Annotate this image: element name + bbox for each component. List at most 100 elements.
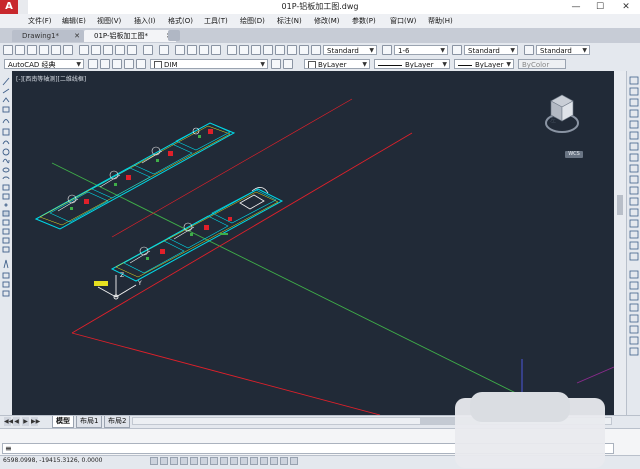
table-style-select[interactable]: Standard ▼ [464, 45, 518, 55]
close-button[interactable]: ✕ [614, 0, 638, 14]
tab-label: 01P-铝板加工图* [94, 32, 149, 40]
tab-active-drawing[interactable]: 01P-铝板加工图* ✕ [84, 30, 176, 42]
polar-tracking-icon[interactable] [190, 457, 198, 465]
modify-toolbar-icons[interactable] [627, 71, 640, 415]
dim-style-select[interactable]: 1-6 ▼ [394, 45, 448, 55]
sheet-set-icon[interactable] [263, 45, 273, 55]
design-center-icon[interactable] [239, 45, 249, 55]
tab-model[interactable]: 模型 [52, 416, 74, 428]
menu-edit[interactable]: 编辑(E) [62, 16, 86, 26]
grid-display-icon[interactable] [170, 457, 178, 465]
layers-properties-toolbar: AutoCAD 经典 ▼ DIM ▼ ByLayer ▼ ByLayer ▼ ByLay… [0, 57, 640, 72]
layer-on-icon[interactable] [112, 59, 122, 69]
menu-help[interactable]: 帮助(H) [428, 16, 453, 26]
next-layout-button[interactable]: ▶ [22, 417, 29, 426]
drawing-canvas[interactable]: [-][西南等轴测][二维线框] Z Y 左 WCS [12, 71, 614, 415]
snap-mode-icon[interactable] [160, 457, 168, 465]
tab-layout2[interactable]: 布局2 [104, 416, 131, 428]
draw-toolbar-icons[interactable] [0, 71, 12, 415]
prev-layout-button[interactable]: ◀ [13, 417, 20, 426]
workspace-select[interactable]: AutoCAD 经典 ▼ [4, 59, 84, 69]
menu-view[interactable]: 视图(V) [97, 16, 121, 26]
table-style-icon [452, 45, 462, 55]
standard-toolbar: Standard ▼ 1-6 ▼ Standard ▼ Standard ▼ [0, 43, 640, 58]
paste-icon[interactable] [103, 45, 113, 55]
color-select[interactable]: ByLayer ▼ [304, 59, 370, 69]
open-icon[interactable] [15, 45, 25, 55]
svg-text:Y: Y [137, 280, 142, 287]
object-snap-tracking-icon[interactable] [220, 457, 228, 465]
ortho-mode-icon[interactable] [180, 457, 188, 465]
layer-previous-icon[interactable] [283, 59, 293, 69]
zoom-previous-icon[interactable] [211, 45, 221, 55]
make-current-layer-icon[interactable] [271, 59, 281, 69]
dynamic-input-icon[interactable] [240, 457, 248, 465]
menu-dimension[interactable]: 标注(N) [277, 16, 302, 26]
multileader-style-select[interactable]: Standard ▼ [536, 45, 590, 55]
properties-icon[interactable] [227, 45, 237, 55]
menu-window[interactable]: 窗口(W) [390, 16, 416, 26]
close-icon[interactable]: ✕ [74, 30, 80, 42]
quick-properties-icon[interactable] [270, 457, 278, 465]
menu-insert[interactable]: 插入(I) [134, 16, 156, 26]
tool-palettes-icon[interactable] [251, 45, 261, 55]
undo-icon[interactable] [143, 45, 153, 55]
help-icon[interactable] [299, 45, 309, 55]
preview-icon[interactable] [51, 45, 61, 55]
zoom-window-icon[interactable] [199, 45, 209, 55]
plotstyle-select: ByColor [518, 59, 566, 69]
menu-file[interactable]: 文件(F) [28, 16, 52, 26]
annotation-monitor-icon[interactable] [290, 457, 298, 465]
print-icon[interactable] [39, 45, 49, 55]
cursor-coordinates[interactable]: 6598.0998, -19415.3126, 0.0000 [3, 457, 103, 464]
new-tab-button[interactable] [168, 30, 180, 41]
menu-parametric[interactable]: 参数(P) [352, 16, 376, 26]
calculator-icon[interactable] [287, 45, 297, 55]
maximize-button[interactable]: ☐ [588, 0, 612, 14]
green-construction-line [51, 162, 533, 402]
last-layout-button[interactable]: ▶▶ [31, 417, 40, 426]
copy-icon[interactable] [91, 45, 101, 55]
text-style-icon [311, 45, 321, 55]
match-properties-icon[interactable] [115, 45, 125, 55]
tab-layout1[interactable]: 布局1 [76, 416, 103, 428]
linetype-select[interactable]: ByLayer ▼ [374, 59, 450, 69]
menu-draw[interactable]: 绘图(D) [240, 16, 265, 26]
lineweight-select[interactable]: ByLayer ▼ [454, 59, 514, 69]
dynamic-ucs-icon[interactable] [230, 457, 238, 465]
layer-manager-icon[interactable] [100, 59, 110, 69]
first-layout-button[interactable]: ◀◀ [4, 417, 13, 426]
layer-lock-icon[interactable] [136, 59, 146, 69]
vertical-scrollbar[interactable] [614, 71, 626, 415]
cut-icon[interactable] [79, 45, 89, 55]
wcs-menu[interactable]: WCS [565, 151, 583, 158]
tab-drawing1[interactable]: Drawing1* ✕ [12, 30, 84, 42]
text-style-select[interactable]: Standard ▼ [323, 45, 377, 55]
minimize-button[interactable]: — [564, 0, 588, 14]
menu-format[interactable]: 格式(O) [168, 16, 193, 26]
pan-icon[interactable] [175, 45, 185, 55]
3d-object-snap-icon[interactable] [210, 457, 218, 465]
publish-icon[interactable] [63, 45, 73, 55]
save-icon[interactable] [27, 45, 37, 55]
layer-freeze-icon[interactable] [124, 59, 134, 69]
redo-icon[interactable] [159, 45, 169, 55]
blurred-region [470, 392, 570, 422]
layer-select[interactable]: DIM ▼ [150, 59, 268, 69]
vertical-scrollbar-thumb[interactable] [617, 195, 623, 215]
selection-cycling-icon[interactable] [280, 457, 288, 465]
transparency-icon[interactable] [260, 457, 268, 465]
workspace-settings-icon[interactable] [88, 59, 98, 69]
red-boundary-line-top [71, 132, 413, 334]
command-prompt-icon[interactable]: ≡ [5, 443, 12, 454]
object-snap-icon[interactable] [200, 457, 208, 465]
lineweight-toggle-icon[interactable] [250, 457, 258, 465]
infer-constraints-icon[interactable] [150, 457, 158, 465]
viewcube-left-face[interactable]: 左 [550, 115, 556, 124]
menu-tools[interactable]: 工具(T) [204, 16, 228, 26]
block-editor-icon[interactable] [127, 45, 137, 55]
zoom-realtime-icon[interactable] [187, 45, 197, 55]
menu-modify[interactable]: 修改(M) [314, 16, 340, 26]
markup-icon[interactable] [275, 45, 285, 55]
new-icon[interactable] [3, 45, 13, 55]
